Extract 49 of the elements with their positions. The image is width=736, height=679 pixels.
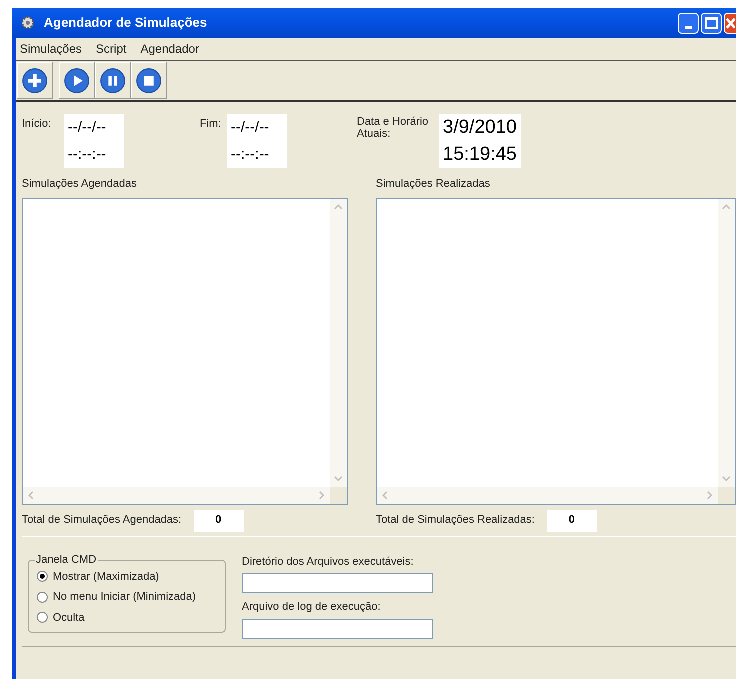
radio-button[interactable]: [37, 592, 48, 603]
horizontal-scrollbar[interactable]: [377, 486, 718, 504]
scrollbar-corner: [330, 486, 347, 504]
radio-button[interactable]: [37, 571, 48, 582]
toolbar-button[interactable]: [95, 62, 131, 99]
group-title: Janela CMD: [35, 554, 98, 566]
gear-icon: [20, 15, 36, 31]
menu-item[interactable]: Simulações: [20, 40, 82, 58]
radio-option[interactable]: Oculta: [37, 610, 225, 626]
plus-icon: [22, 68, 48, 94]
total-value: 0: [194, 510, 244, 532]
menu-item[interactable]: Agendador: [140, 40, 200, 58]
date-text: --/--/--: [231, 118, 270, 138]
toolbar-button[interactable]: [17, 62, 53, 99]
minimize-icon: [685, 26, 692, 28]
total-label: Total de Simulações Agendadas:: [22, 513, 182, 528]
input-field[interactable]: [242, 573, 433, 593]
radio-option[interactable]: Mostrar (Maximizada): [37, 568, 225, 585]
stop-icon: [136, 68, 162, 94]
field-label: Arquivo de log de execução:: [242, 600, 382, 615]
list-title: Simulações Realizadas: [376, 177, 492, 192]
time-text: --:--:--: [68, 145, 108, 165]
vertical-scrollbar[interactable]: [718, 198, 735, 486]
date-text: 3/9/2010: [443, 116, 517, 140]
window-title: Agendador de Simulações: [44, 14, 208, 32]
total-label: Total de Simulações Realizadas:: [376, 513, 535, 528]
time-text: 15:19:45: [443, 143, 517, 167]
toolbar-button[interactable]: [59, 62, 95, 99]
minimize-button[interactable]: [678, 12, 699, 34]
toolbar-button[interactable]: [131, 62, 167, 99]
list-title: Simulações Agendadas: [22, 177, 138, 192]
vertical-scrollbar[interactable]: [330, 198, 347, 486]
total-value: 0: [546, 510, 597, 532]
maximize-icon: [705, 17, 718, 29]
field-label: Início:: [22, 117, 52, 132]
menu-item[interactable]: Script: [96, 40, 127, 58]
radio-button[interactable]: [37, 612, 48, 624]
pause-icon: [100, 68, 126, 94]
field-label: Data e Horário Atuais:: [357, 115, 430, 140]
close-button[interactable]: [724, 12, 736, 34]
play-icon: [64, 68, 90, 94]
input-field[interactable]: [242, 618, 433, 638]
radio-option[interactable]: No menu Iniciar (Minimizada): [37, 589, 225, 606]
date-text: --/--/--: [68, 118, 108, 138]
maximize-button[interactable]: [701, 12, 722, 34]
time-text: --:--:--: [231, 145, 270, 165]
horizontal-scrollbar[interactable]: [23, 486, 330, 504]
field-label: Diretório dos Arquivos executáveis:: [242, 554, 415, 570]
field-label: Fim:: [200, 117, 222, 132]
